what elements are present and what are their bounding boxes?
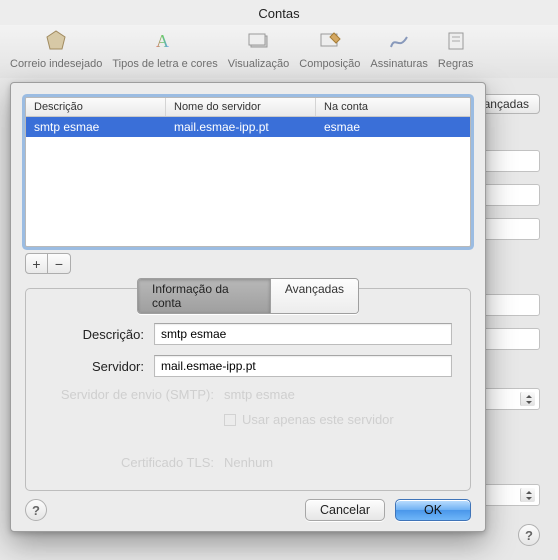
- cell-account: esmae: [316, 117, 470, 137]
- rules-icon: [442, 27, 470, 55]
- tab-bar: Informação da conta Avançadas: [137, 278, 359, 314]
- add-remove-buttons: + −: [25, 253, 485, 274]
- row-server: Servidor:: [44, 355, 452, 377]
- signatures-icon: [385, 27, 413, 55]
- col-server-name[interactable]: Nome do servidor: [166, 98, 316, 116]
- server-table[interactable]: Descrição Nome do servidor Na conta smtp…: [25, 97, 471, 247]
- sheet-footer: ? Cancelar OK: [11, 491, 485, 525]
- ghost-tls-value: Nenhum: [224, 455, 452, 470]
- toolbar-label: Visualização: [228, 58, 290, 70]
- ghost-smtp-value: smtp esmae: [224, 387, 452, 402]
- col-description[interactable]: Descrição: [26, 98, 166, 116]
- tab-account-info[interactable]: Informação da conta: [138, 279, 270, 313]
- toolbar-viewing[interactable]: Visualização: [224, 27, 294, 70]
- toolbar-junk[interactable]: Correio indesejado: [6, 27, 106, 70]
- table-header: Descrição Nome do servidor Na conta: [26, 98, 470, 117]
- remove-button[interactable]: −: [48, 253, 71, 274]
- ghost-only-label: Usar apenas este servidor: [224, 412, 452, 427]
- toolbar-label: Composição: [299, 58, 360, 70]
- ghost-smtp-row: Servidor de envio (SMTP): smtp esmae: [44, 387, 452, 402]
- label-server: Servidor:: [44, 359, 154, 374]
- viewing-icon: [245, 27, 273, 55]
- toolbar-rules[interactable]: Regras: [434, 27, 477, 70]
- ghost-tls-label: Certificado TLS:: [44, 455, 224, 470]
- ghost-tls-row: Certificado TLS: Nenhum: [44, 455, 452, 470]
- toolbar-signatures[interactable]: Assinaturas: [366, 27, 431, 70]
- toolbar-label: Regras: [438, 58, 473, 70]
- ghost-only-row: Usar apenas este servidor: [44, 412, 452, 427]
- table-row[interactable]: smtp esmae mail.esmae-ipp.pt esmae: [26, 117, 470, 137]
- toolbar-label: Assinaturas: [370, 58, 427, 70]
- background-help: ?: [518, 524, 540, 546]
- account-tab-group: Informação da conta Avançadas Descrição:…: [25, 288, 471, 491]
- cell-server: mail.esmae-ipp.pt: [166, 117, 316, 137]
- toolbar-label: Correio indesejado: [10, 58, 102, 70]
- junk-mail-icon: [42, 27, 70, 55]
- cell-description: smtp esmae: [26, 117, 166, 137]
- label-description: Descrição:: [44, 327, 154, 342]
- svg-text:A: A: [156, 31, 169, 51]
- ok-button[interactable]: OK: [395, 499, 471, 521]
- toolbar-fonts[interactable]: A Tipos de letra e cores: [108, 27, 221, 70]
- add-button[interactable]: +: [25, 253, 48, 274]
- server-input[interactable]: [154, 355, 452, 377]
- ghost-smtp-label: Servidor de envio (SMTP):: [44, 387, 224, 402]
- cancel-button[interactable]: Cancelar: [305, 499, 385, 521]
- window-title: Contas: [0, 0, 558, 25]
- toolbar-composing[interactable]: Composição: [295, 27, 364, 70]
- description-input[interactable]: [154, 323, 452, 345]
- col-in-account[interactable]: Na conta: [316, 98, 470, 116]
- smtp-server-sheet: Descrição Nome do servidor Na conta smtp…: [10, 82, 486, 532]
- preferences-toolbar: Correio indesejado A Tipos de letra e co…: [0, 25, 558, 79]
- tab-advanced[interactable]: Avançadas: [270, 279, 358, 313]
- toolbar-label: Tipos de letra e cores: [112, 58, 217, 70]
- fonts-colors-icon: A: [151, 27, 179, 55]
- row-description: Descrição:: [44, 323, 452, 345]
- help-icon[interactable]: ?: [518, 524, 540, 546]
- composing-icon: [316, 27, 344, 55]
- help-icon[interactable]: ?: [25, 499, 47, 521]
